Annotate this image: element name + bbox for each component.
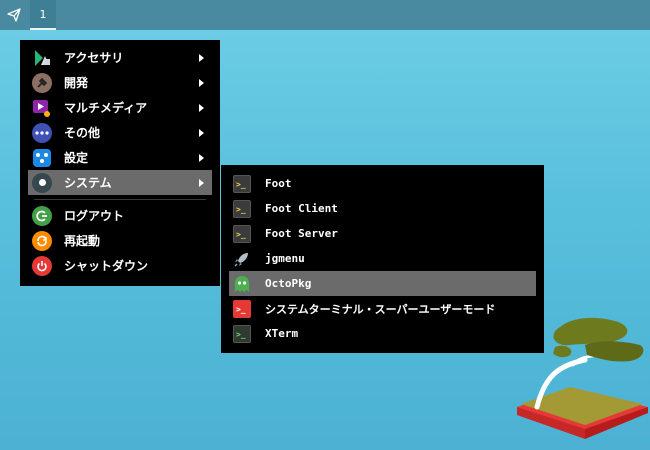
terminal-icon: >_ [233,199,251,218]
submenu-item-label: Foot [265,177,292,190]
development-icon [32,72,52,93]
system-submenu: >_ Foot >_ Foot Client >_ Foot Server jg… [221,165,544,353]
menu-item-reboot[interactable]: 再起動 [28,228,212,253]
submenu-item-label: jgmenu [265,252,305,265]
workspace-button-1[interactable]: 1 [30,0,56,30]
menu-item-label: アクセサリ [64,51,124,65]
system-icon [32,172,52,193]
submenu-item-xterm[interactable]: >_ XTerm [229,321,536,346]
wallpaper-island-illustration [517,317,648,439]
shutdown-icon [32,255,52,276]
menu-item-label: 設定 [64,151,89,165]
submenu-item-root-terminal[interactable]: >_ システムターミナル・スーパーユーザーモード [229,296,536,321]
menu-item-label: シャットダウン [64,259,149,273]
octopkg-ghost-icon [233,275,251,293]
menu-launcher-button[interactable] [0,0,28,30]
terminal-icon: >_ [233,174,251,193]
menu-item-label: その他 [64,126,101,140]
menu-item-label: マルチメディア [64,101,148,115]
submenu-arrow-icon [199,153,204,162]
submenu-item-foot-server[interactable]: >_ Foot Server [229,221,536,246]
root-terminal-icon: >_ [233,299,251,318]
menu-item-development[interactable]: 開発 [28,70,212,95]
submenu-item-label: OctoPkg [265,277,312,290]
paper-plane-icon [7,8,21,22]
submenu-item-foot-client[interactable]: >_ Foot Client [229,196,536,221]
submenu-arrow-icon [199,178,204,187]
menu-item-label: システム [64,176,112,190]
menu-item-multimedia[interactable]: マルチメディア [28,95,212,120]
menu-item-accessories[interactable]: アクセサリ [28,45,212,70]
submenu-item-label: Foot Server [265,227,338,240]
rocket-icon [233,250,251,268]
submenu-item-label: Foot Client [265,202,338,215]
menu-separator [34,199,206,200]
application-menu: アクセサリ 開発 マルチメディア その他 設定 システム ログアウト 再起動 シ… [20,40,220,286]
submenu-arrow-icon [199,128,204,137]
terminal-icon: >_ [233,224,251,243]
menu-item-label: ログアウト [64,209,125,223]
menu-item-settings[interactable]: 設定 [28,145,212,170]
submenu-item-label: システムターミナル・スーパーユーザーモード [265,302,496,316]
menu-item-system[interactable]: システム [28,170,212,195]
logout-icon [32,205,52,226]
menu-item-label: 開発 [64,76,89,90]
submenu-item-foot[interactable]: >_ Foot [229,171,536,196]
submenu-arrow-icon [199,103,204,112]
menu-item-shutdown[interactable]: シャットダウン [28,253,212,278]
multimedia-icon [32,98,52,118]
menu-item-label: 再起動 [64,234,101,248]
submenu-item-octopkg[interactable]: OctoPkg [229,271,536,296]
submenu-arrow-icon [199,53,204,62]
submenu-item-jgmenu[interactable]: jgmenu [229,246,536,271]
reboot-icon [32,230,52,251]
accessories-icon [32,48,52,68]
menu-item-logout[interactable]: ログアウト [28,203,212,228]
top-panel: 1 [0,0,650,30]
submenu-item-label: XTerm [265,327,299,340]
settings-icon [32,148,52,168]
menu-item-other[interactable]: その他 [28,120,212,145]
xterm-icon: >_ [233,324,251,343]
other-icon [32,122,52,143]
submenu-arrow-icon [199,78,204,87]
